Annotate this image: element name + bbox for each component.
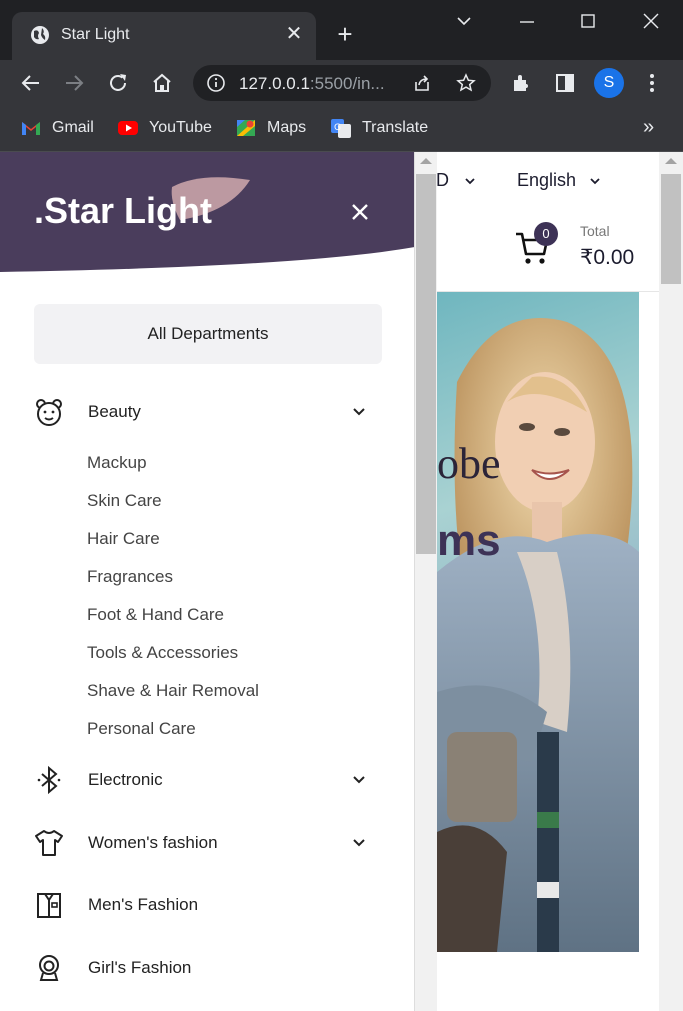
url-host: 127.0.0.1 — [239, 74, 310, 93]
minimize-icon[interactable] — [512, 8, 542, 36]
subcategory-item[interactable]: Shave & Hair Removal — [87, 681, 259, 701]
browser-toolbar: 127.0.0.1:5500/in... S — [0, 60, 683, 106]
category-mens-fashion[interactable]: Men's Fashion — [34, 888, 374, 922]
hero-model-illustration — [437, 318, 639, 952]
scroll-up-arrow-icon[interactable] — [420, 158, 432, 164]
drawer-close-icon[interactable] — [348, 200, 372, 224]
chevron-down-icon[interactable] — [352, 836, 366, 850]
bookmark-label: Translate — [362, 119, 429, 136]
tab-title: Star Light — [61, 26, 130, 43]
chevron-down-icon — [590, 178, 600, 185]
info-icon[interactable] — [206, 73, 226, 93]
subcategory-item[interactable]: Mackup — [87, 453, 147, 473]
category-label: Men's Fashion — [88, 895, 199, 914]
window-close-icon[interactable] — [636, 8, 666, 36]
tab-close-icon[interactable]: ✕ — [284, 24, 304, 44]
cart-total-label: Total — [580, 223, 610, 239]
hero-headline-line2: ms — [437, 516, 501, 565]
youtube-icon — [118, 121, 138, 135]
bookmark-label: Gmail — [52, 119, 94, 136]
tshirt-icon — [35, 830, 63, 856]
bookmark-star-icon[interactable] — [456, 73, 476, 93]
translate-icon: G — [331, 119, 351, 138]
gmail-icon — [22, 122, 40, 135]
bookmarks-bar: Gmail YouTube Maps G Translate » — [0, 106, 683, 152]
drawer-logo[interactable]: .Star Light — [34, 190, 212, 232]
globe-icon — [31, 26, 49, 44]
back-arrow-icon[interactable] — [19, 71, 43, 95]
side-drawer-menu: .Star Light All Departments Beauty Macku… — [0, 152, 415, 1011]
bookmark-label: YouTube — [149, 119, 212, 136]
category-label: Beauty — [88, 402, 141, 421]
extensions-icon[interactable] — [509, 71, 533, 95]
bluetooth-icon — [37, 765, 61, 795]
cart-total-value: ₹0.00 — [580, 246, 635, 269]
category-label: Electronic — [88, 770, 163, 789]
subcategory-item[interactable]: Skin Care — [87, 491, 162, 511]
browser-titlebar: Star Light ✕ + — [0, 0, 683, 60]
scrollbar-thumb[interactable] — [661, 174, 681, 284]
category-beauty[interactable]: Beauty — [34, 395, 374, 429]
currency-label: D — [436, 170, 449, 190]
reload-icon[interactable] — [106, 71, 130, 95]
url-text[interactable]: 127.0.0.1:5500/in... — [239, 74, 385, 94]
chevron-down-icon[interactable] — [352, 773, 366, 787]
category-electronic[interactable]: Electronic — [34, 763, 374, 797]
category-label: Women's fashion — [88, 833, 218, 852]
category-label: Girl's Fashion — [88, 958, 192, 977]
hero-headline-line1: obe — [437, 439, 501, 488]
drawer-scrollbar[interactable] — [415, 152, 437, 1011]
bookmark-gmail[interactable]: Gmail — [20, 116, 94, 140]
new-tab-button[interactable]: + — [333, 21, 357, 47]
bookmark-translate[interactable]: G Translate — [330, 116, 428, 140]
forward-arrow-icon[interactable] — [62, 71, 86, 95]
page-viewport: D English 0 Total ₹0.00 obe ms .Star Lig… — [0, 152, 683, 1011]
url-path: :5500/in... — [309, 74, 385, 93]
chevron-down-icon[interactable] — [352, 405, 366, 419]
subcategory-item[interactable]: Personal Care — [87, 719, 196, 739]
currency-selector[interactable]: D — [436, 170, 476, 191]
home-icon[interactable] — [150, 71, 174, 95]
more-menu-icon[interactable] — [640, 71, 664, 95]
share-icon[interactable] — [412, 73, 432, 93]
address-bar[interactable]: 127.0.0.1:5500/in... — [193, 65, 491, 101]
profile-avatar[interactable]: S — [594, 68, 624, 98]
language-label: English — [517, 170, 577, 190]
bear-icon — [36, 399, 62, 426]
language-selector[interactable]: English — [517, 170, 601, 191]
hero-banner-image — [437, 292, 639, 952]
category-girls-fashion[interactable]: Girl's Fashion — [34, 951, 374, 985]
category-womens-fashion[interactable]: Women's fashion — [34, 826, 374, 860]
page-scrollbar[interactable] — [659, 152, 683, 1011]
bookmarks-overflow-button[interactable]: » — [643, 116, 654, 139]
scrollbar-thumb[interactable] — [416, 174, 436, 554]
subcategory-item[interactable]: Fragrances — [87, 567, 173, 587]
scroll-up-arrow-icon[interactable] — [665, 158, 677, 164]
subcategory-item[interactable]: Hair Care — [87, 529, 160, 549]
maps-icon — [237, 120, 255, 136]
all-departments-button[interactable]: All Departments — [34, 304, 382, 364]
maximize-icon[interactable] — [573, 8, 603, 36]
cart-count-badge: 0 — [534, 222, 558, 246]
girl-icon — [39, 955, 59, 981]
chevron-down-icon — [465, 178, 475, 185]
bookmark-label: Maps — [267, 119, 307, 136]
shirt-icon — [37, 893, 61, 918]
subcategory-item[interactable]: Foot & Hand Care — [87, 605, 224, 625]
svg-text:G: G — [334, 123, 341, 133]
side-panel-icon[interactable] — [553, 71, 577, 95]
bookmark-maps[interactable]: Maps — [235, 116, 306, 140]
bookmark-youtube[interactable]: YouTube — [117, 116, 212, 140]
tab-search-icon[interactable] — [449, 8, 479, 36]
browser-tab[interactable]: Star Light ✕ — [12, 12, 316, 60]
subcategory-item[interactable]: Tools & Accessories — [87, 643, 238, 663]
